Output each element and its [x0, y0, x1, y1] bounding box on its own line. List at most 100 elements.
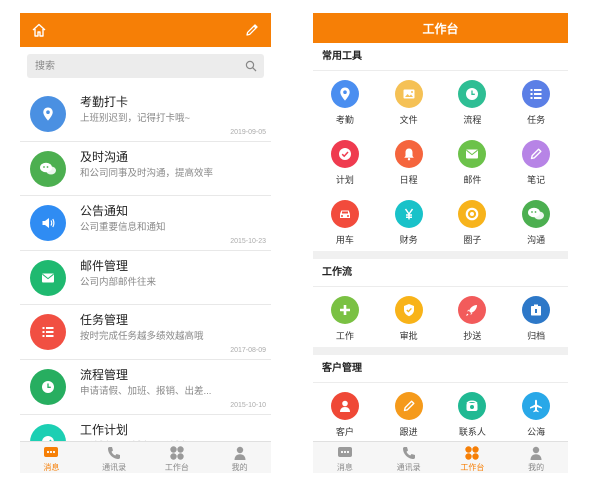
tool-airplane[interactable]: 公海: [504, 383, 568, 443]
tab-workbench[interactable]: 工作台: [441, 442, 505, 473]
message-date: 2015-10-10: [230, 401, 266, 409]
workbench-icon: [464, 445, 480, 461]
search-input[interactable]: [27, 54, 264, 78]
message-desc: 公司重要信息和通知: [80, 222, 166, 234]
tool-label: 任务: [527, 115, 546, 125]
tool-car[interactable]: 用车: [313, 191, 377, 251]
message-desc: 上班别迟到，记得打卡哦~: [80, 113, 191, 124]
message-title: 任务管理: [80, 313, 129, 328]
message-list: 考勤打卡上班别迟到，记得打卡哦~ 2019-09-05 及时沟通 和公司同事及时沟通，…: [20, 87, 271, 451]
tool-label: 日程: [399, 175, 418, 185]
workbench-screen: 工作台 常用工具 考勤 文件 流程 任务 计划 日程 邮件 笔记 用车 财务 圈子 沟通 工作流 工作 审批 抄…: [313, 13, 568, 473]
bottom-tab-bar: 消息 通讯录 工作台 我的: [313, 441, 568, 473]
tool-location-pin[interactable]: 考勤: [313, 71, 377, 131]
section-divider: [313, 251, 568, 259]
tool-label: 沟通: [527, 235, 546, 245]
tool-mail[interactable]: 邮件: [441, 131, 505, 191]
message-title: 及时沟通: [80, 149, 129, 164]
tool-shield[interactable]: 审批: [377, 287, 441, 347]
speaker-icon: [30, 205, 66, 242]
tool-label: 财务: [399, 235, 418, 245]
rocket-icon: [458, 296, 487, 324]
tab-label: 我的: [231, 463, 248, 472]
plan-check-icon: [330, 140, 359, 168]
tool-label: 归档: [527, 331, 546, 341]
tool-label: 联系人: [458, 427, 486, 437]
messages-header: [20, 13, 271, 47]
section-title: 客户管理: [313, 355, 568, 383]
workbench-sections: 常用工具 考勤 文件 流程 任务 计划 日程 邮件 笔记 用车 财务 圈子 沟通 工作流 工作 审批 抄送 归档客…: [313, 43, 568, 443]
tool-label: 用车: [335, 235, 354, 245]
tab-workbench[interactable]: 工作台: [146, 442, 209, 473]
pencil-icon: [394, 392, 423, 420]
tab-message[interactable]: 消息: [20, 442, 83, 473]
tool-label: 跟进: [399, 427, 418, 437]
edit-icon[interactable]: [235, 13, 269, 47]
tool-pencil[interactable]: 跟进: [377, 383, 441, 443]
workbench-title: 工作台: [313, 13, 568, 43]
tool-label: 审批: [399, 331, 418, 341]
tool-label: 流程: [463, 115, 482, 125]
archive-icon: [522, 296, 551, 324]
search-icon[interactable]: [245, 60, 257, 72]
chat-bubbles-icon: [30, 150, 66, 187]
message-title: 流程管理: [80, 367, 129, 382]
tab-label: 消息: [336, 463, 353, 472]
workbench-icon: [169, 445, 185, 461]
message-title: 考勤打卡: [80, 95, 129, 109]
message-item[interactable]: 考勤打卡上班别迟到，记得打卡哦~ 2019-09-05: [20, 87, 271, 142]
bottom-tab-bar: 消息 通讯录 工作台 我的: [20, 441, 271, 473]
shield-icon: [394, 296, 423, 324]
airplane-icon: [522, 392, 551, 420]
tab-profile[interactable]: 我的: [208, 442, 271, 473]
tool-task-list[interactable]: 任务: [504, 71, 568, 131]
tool-telephone[interactable]: 联系人: [441, 383, 505, 443]
phone-icon: [106, 445, 122, 461]
tab-message[interactable]: 消息: [313, 442, 377, 473]
plus-icon: [330, 296, 359, 324]
section: 客户管理 客户 跟进 联系人 公海: [313, 355, 568, 443]
message-item[interactable]: 邮件管理 公司内部邮件往来: [20, 251, 271, 306]
message-title: 公告通知: [80, 204, 129, 219]
home-icon[interactable]: [22, 13, 56, 47]
tool-bell[interactable]: 日程: [377, 131, 441, 191]
section-title: 工作流: [313, 259, 568, 287]
tab-label: 工作台: [460, 463, 485, 472]
tool-rocket[interactable]: 抄送: [441, 287, 505, 347]
tab-label: 工作台: [164, 463, 189, 472]
tab-label: 通讯录: [102, 463, 127, 472]
location-pin-icon: [30, 96, 66, 132]
message-desc: 按时完成任务越多绩效越高哦: [80, 331, 204, 343]
tool-plan-check[interactable]: 计划: [313, 131, 377, 191]
message-item[interactable]: 及时沟通 和公司同事及时沟通，提高效率: [20, 142, 271, 197]
tool-clock[interactable]: 流程: [441, 71, 505, 131]
message-desc: 公司内部邮件往来: [80, 276, 157, 288]
tool-yen[interactable]: 财务: [377, 191, 441, 251]
mail-icon: [458, 140, 487, 168]
message-item[interactable]: 流程管理 申请请假、加班、报销、出差... 2015-10-10: [20, 360, 271, 415]
profile-icon: [232, 445, 248, 461]
telephone-icon: [458, 392, 487, 420]
message-date: 2019-09-05: [230, 128, 266, 136]
message-icon: [337, 445, 353, 461]
tool-plus[interactable]: 工作: [313, 287, 377, 347]
message-icon: [43, 445, 59, 461]
tool-label: 笔记: [527, 175, 546, 185]
section: 工作流 工作 审批 抄送 归档: [313, 259, 568, 347]
file-icon: [394, 80, 423, 108]
tool-chat-bubbles[interactable]: 沟通: [504, 191, 568, 251]
tool-file[interactable]: 文件: [377, 71, 441, 131]
message-item[interactable]: 任务管理 按时完成任务越多绩效越高哦 2017-08-09: [20, 305, 271, 360]
tool-archive[interactable]: 归档: [504, 287, 568, 347]
tool-pencil[interactable]: 笔记: [504, 131, 568, 191]
tab-phone[interactable]: 通讯录: [83, 442, 146, 473]
tool-label: 文件: [399, 115, 418, 125]
tab-profile[interactable]: 我的: [504, 442, 568, 473]
tool-person[interactable]: 客户: [313, 383, 377, 443]
tool-circle[interactable]: 圈子: [441, 191, 505, 251]
tab-phone[interactable]: 通讯录: [377, 442, 441, 473]
message-date: 2015-10-23: [230, 237, 266, 245]
search-bar: [20, 47, 271, 87]
message-item[interactable]: 公告通知公司重要信息和通知 2015-10-23: [20, 196, 271, 251]
tab-label: 通讯录: [396, 463, 421, 472]
